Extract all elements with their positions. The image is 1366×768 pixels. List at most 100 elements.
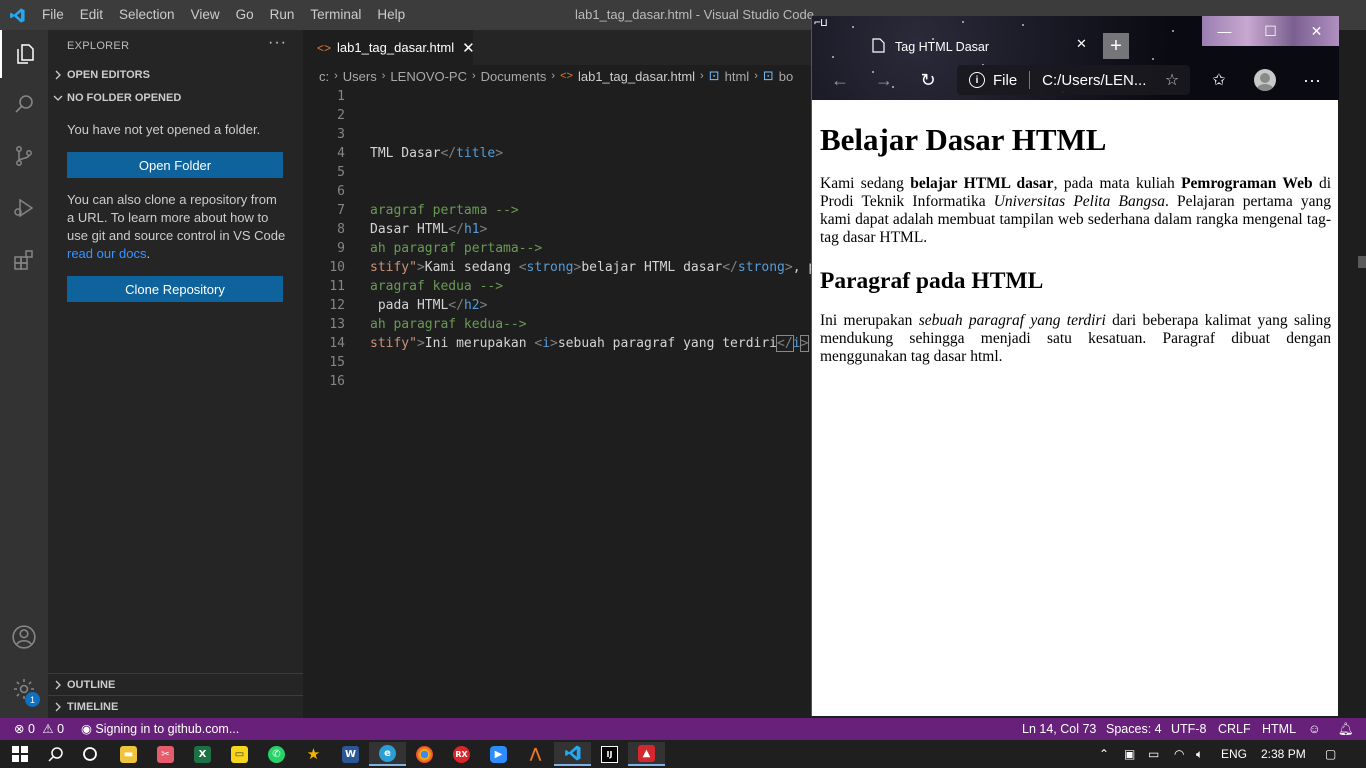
breadcrumb-file[interactable]: lab1_tag_dasar.html (578, 69, 695, 84)
battery-icon[interactable]: ▭ (1148, 740, 1159, 768)
code-text: aragraf kedua --> (370, 279, 504, 294)
matlab-icon[interactable]: ⋀ (517, 742, 554, 766)
action-center-icon[interactable]: ▢ (1325, 740, 1336, 768)
breadcrumb-item[interactable]: c: (319, 69, 329, 84)
snipping-tool-icon[interactable]: ✂ (147, 742, 184, 766)
clone-repository-button[interactable]: Clone Repository (67, 276, 283, 302)
file-explorer-icon[interactable]: ▬ (110, 742, 147, 766)
code-editor[interactable]: 1 2 3 4 TML Dasar</title> 5 6 7 aragraf pe… (303, 87, 824, 487)
maximize-button[interactable]: ☐ (1248, 16, 1293, 46)
browser-tab[interactable]: Tag HTML Dasar (860, 32, 1096, 62)
chevron-right-icon: › (700, 70, 704, 82)
no-folder-section[interactable]: NO FOLDER OPENED (48, 87, 303, 109)
breadcrumb-item[interactable]: Users (343, 69, 377, 84)
code-line: 10 stify">Kami sedang <strong>belajar HTM… (303, 258, 824, 277)
close-icon[interactable]: ✕ (462, 39, 475, 57)
open-editors-section[interactable]: OPEN EDITORS (48, 64, 303, 86)
device-icon[interactable]: ▣ (1124, 740, 1135, 768)
menu-edit[interactable]: Edit (72, 0, 111, 30)
add-favorite-icon[interactable]: ☆ (1160, 68, 1184, 92)
outline-section[interactable]: OUTLINE (48, 673, 303, 695)
chevron-right-icon: › (551, 70, 556, 82)
starred-app-icon[interactable]: ★ (295, 742, 332, 766)
breadcrumb-item[interactable]: bo (779, 69, 793, 84)
breadcrumb-item[interactable]: Documents (481, 69, 547, 84)
line-number: 9 (337, 241, 345, 256)
timeline-label: TIMELINE (67, 700, 119, 713)
avatar[interactable] (1254, 69, 1276, 91)
back-icon[interactable]: ← (828, 68, 852, 92)
refresh-icon[interactable]: ↻ (916, 68, 940, 92)
chrome-icon[interactable] (406, 742, 443, 766)
more-icon[interactable]: ··· (1300, 68, 1324, 92)
tab-lab1-tag-dasar[interactable]: <> lab1_tag_dasar.html ✕ (303, 30, 475, 65)
manage-gear-icon[interactable]: 1 (0, 665, 48, 713)
menu-terminal[interactable]: Terminal (302, 0, 369, 30)
address-url[interactable]: C:/Users/LEN... (1042, 72, 1146, 89)
edge-icon[interactable]: e (369, 742, 406, 766)
menu-selection[interactable]: Selection (111, 0, 183, 30)
explorer-icon[interactable] (0, 30, 48, 78)
rx-app-icon[interactable]: RX (443, 742, 480, 766)
line-ending[interactable]: CRLF (1218, 718, 1251, 740)
run-debug-icon[interactable] (0, 184, 48, 232)
breadcrumb-item[interactable]: LENOVO-PC (390, 69, 467, 84)
code-text: pada HTML</h2> (370, 298, 488, 313)
clock[interactable]: 2:38 PM (1261, 740, 1306, 768)
menu-view[interactable]: View (183, 0, 228, 30)
wifi-icon[interactable]: ◠ (1174, 740, 1184, 768)
zoom-icon[interactable]: ▶ (480, 742, 517, 766)
breadcrumb-item[interactable]: html (725, 69, 750, 84)
manage-badge: 1 (25, 692, 40, 707)
intellij-icon[interactable]: IJ (591, 742, 628, 766)
search-icon[interactable] (37, 742, 74, 766)
forward-icon[interactable]: → (872, 68, 896, 92)
chevron-right-icon: › (472, 70, 476, 82)
accounts-icon[interactable] (0, 613, 48, 661)
vscode-icon[interactable] (554, 742, 591, 766)
github-signin-status[interactable]: ◉ Signing in to github.com... (81, 718, 239, 740)
chevron-down-icon (48, 93, 67, 103)
excel-icon[interactable]: X (184, 742, 221, 766)
info-icon[interactable]: i (969, 72, 985, 88)
search-icon[interactable] (0, 80, 48, 128)
source-control-icon[interactable] (0, 132, 48, 180)
paragraph-2: Ini merupakan sebuah paragraf yang terdi… (820, 312, 1331, 366)
scrollbar-thumb[interactable] (1358, 256, 1366, 268)
minimize-button[interactable]: — (1202, 16, 1247, 46)
input-language[interactable]: ENG (1221, 740, 1247, 768)
sticky-notes-icon[interactable]: ▭ (221, 742, 258, 766)
favorites-icon[interactable]: ✩ (1207, 68, 1231, 92)
menu-go[interactable]: Go (228, 0, 262, 30)
address-bar[interactable]: i File C:/Users/LEN... (957, 65, 1190, 95)
menu-help[interactable]: Help (369, 0, 413, 30)
windows-start-icon[interactable] (1, 742, 38, 766)
timeline-section[interactable]: TIMELINE (48, 695, 303, 717)
feedback-icon[interactable]: ☺ (1308, 718, 1321, 740)
cortana-icon[interactable] (71, 742, 108, 766)
chevron-up-icon[interactable]: ⌃ (1099, 740, 1109, 768)
volume-icon[interactable]: 🔈︎ (1196, 740, 1203, 768)
word-icon[interactable]: W (332, 742, 369, 766)
more-actions-icon[interactable]: ··· (268, 34, 287, 52)
new-tab-button[interactable]: + (1103, 33, 1129, 59)
menu-file[interactable]: File (34, 0, 72, 30)
editor-scrollbar[interactable] (1338, 30, 1366, 718)
indentation[interactable]: Spaces: 4 (1106, 718, 1162, 740)
line-number: 4 (337, 146, 345, 161)
close-window-button[interactable]: ✕ (1294, 16, 1339, 46)
language-mode[interactable]: HTML (1262, 718, 1296, 740)
close-icon[interactable]: ✕ (1076, 36, 1087, 52)
problems-indicator[interactable]: ⊗ 0 ⚠ 0 (14, 718, 64, 740)
open-folder-button[interactable]: Open Folder (67, 152, 283, 178)
notifications-bell-icon[interactable]: 🔔︎ (1338, 718, 1354, 740)
encoding[interactable]: UTF-8 (1171, 718, 1206, 740)
extensions-icon[interactable] (0, 236, 48, 284)
whatsapp-icon[interactable]: ✆ (258, 742, 295, 766)
cursor-position[interactable]: Ln 14, Col 73 (1022, 718, 1096, 740)
menu-run[interactable]: Run (262, 0, 303, 30)
windows-taskbar: ▬ ✂ X ▭ ✆ ★ W e RX ▶ ⋀ IJ ▲ ⌃ ▣ ▭ ◠ 🔈︎ E… (0, 740, 1366, 768)
activity-bar: 1 (0, 30, 48, 718)
docs-link[interactable]: read our docs (67, 246, 147, 261)
acrobat-icon[interactable]: ▲ (628, 742, 665, 766)
